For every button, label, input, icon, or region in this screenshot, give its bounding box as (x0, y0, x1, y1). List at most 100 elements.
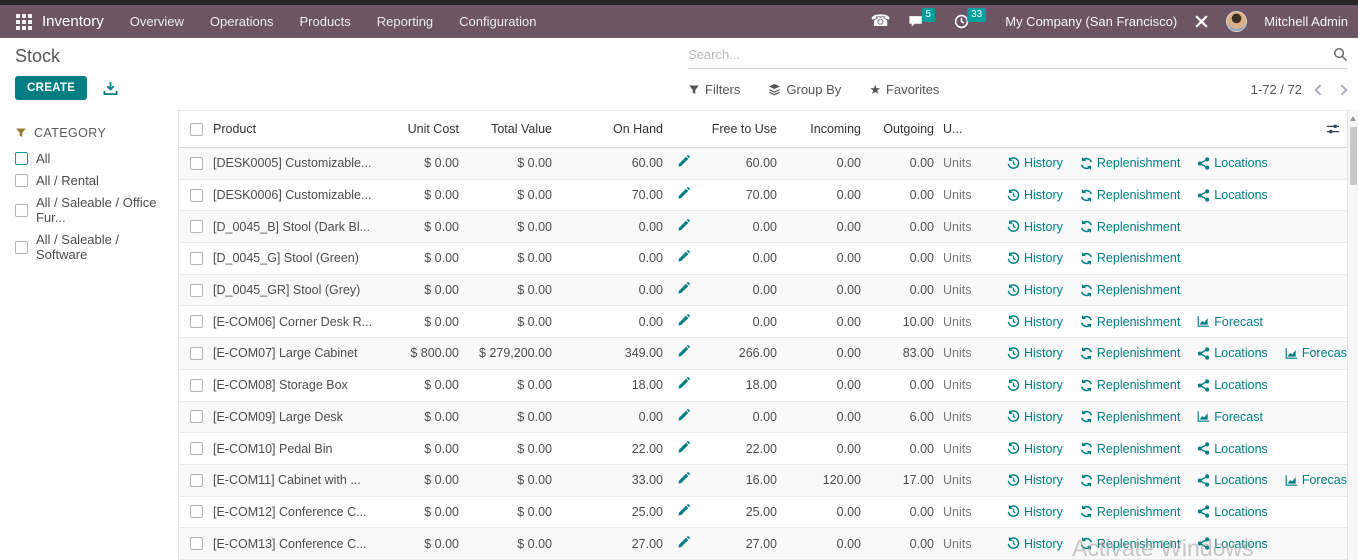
messages-icon[interactable]: 5 (908, 7, 938, 29)
row-checkbox[interactable] (189, 156, 203, 170)
pager-previous-icon[interactable] (1314, 83, 1326, 96)
table-row[interactable]: [DESK0005] Customizable... $ 0.00 $ 0.00… (179, 148, 1347, 180)
favorites-button[interactable]: ★ Favorites (869, 82, 939, 97)
apps-grid-icon[interactable] (16, 13, 32, 30)
category-filter-item[interactable]: All / Saleable / Office Fur... (15, 195, 172, 225)
edit-quantity-icon[interactable] (677, 218, 690, 232)
user-menu[interactable]: Mitchell Admin (1264, 14, 1348, 29)
row-action-history[interactable]: History (1007, 442, 1063, 456)
column-header-free-to-use[interactable]: Free to Use (703, 122, 777, 136)
row-action-locations[interactable]: Locations (1197, 156, 1268, 170)
category-filter-item[interactable]: All (15, 151, 172, 166)
table-row[interactable]: [D_0045_B] Stool (Dark Bl... $ 0.00 $ 0.… (179, 211, 1347, 244)
row-action-history[interactable]: History (1007, 315, 1063, 329)
pager-next-icon[interactable] (1336, 83, 1348, 96)
search-icon[interactable] (1333, 47, 1348, 62)
row-action-locations[interactable]: Locations (1197, 537, 1268, 551)
row-action-forecast[interactable]: Forecast (1197, 410, 1263, 424)
edit-quantity-icon[interactable] (677, 503, 690, 517)
table-row[interactable]: [D_0045_GR] Stool (Grey) $ 0.00 $ 0.00 0… (179, 274, 1347, 307)
row-action-replenishment[interactable]: Replenishment (1080, 283, 1180, 297)
row-action-locations[interactable]: Locations (1197, 188, 1268, 202)
category-filter-item[interactable]: All / Rental (15, 173, 172, 188)
edit-quantity-icon[interactable] (677, 535, 690, 549)
table-row[interactable]: [E-COM06] Corner Desk R... $ 0.00 $ 0.00… (179, 306, 1347, 339)
column-header-unit-cost[interactable]: Unit Cost (377, 122, 459, 136)
top-menu-item[interactable]: Products (299, 14, 350, 29)
row-action-locations[interactable]: Locations (1197, 346, 1268, 360)
category-filter-item[interactable]: All / Saleable / Software (15, 232, 172, 262)
row-action-replenishment[interactable]: Replenishment (1080, 473, 1180, 487)
edit-quantity-icon[interactable] (677, 440, 690, 454)
row-action-history[interactable]: History (1007, 346, 1063, 360)
row-checkbox[interactable] (189, 410, 203, 424)
row-checkbox[interactable] (189, 283, 203, 297)
row-checkbox[interactable] (189, 346, 203, 360)
company-switcher[interactable]: My Company (San Francisco) (1005, 14, 1177, 29)
column-header-uom[interactable]: U... (934, 122, 992, 136)
app-name-menu[interactable]: Inventory (42, 13, 104, 30)
edit-quantity-icon[interactable] (677, 313, 690, 327)
column-header-incoming[interactable]: Incoming (777, 122, 861, 136)
row-checkbox[interactable] (189, 188, 203, 202)
edit-quantity-icon[interactable] (677, 377, 690, 390)
row-action-replenishment[interactable]: Replenishment (1080, 346, 1180, 360)
table-row[interactable]: [E-COM12] Conference C... $ 0.00 $ 0.00 … (179, 497, 1347, 529)
scrollbar-thumb[interactable] (1349, 127, 1357, 185)
category-checkbox[interactable] (15, 152, 28, 165)
row-action-replenishment[interactable]: Replenishment (1080, 156, 1180, 170)
table-row[interactable]: [E-COM10] Pedal Bin $ 0.00 $ 0.00 22.00 … (179, 433, 1347, 465)
search-input[interactable] (688, 46, 1333, 62)
row-action-history[interactable]: History (1007, 505, 1063, 519)
row-action-history[interactable]: History (1007, 537, 1063, 551)
edit-quantity-icon[interactable] (677, 155, 690, 168)
product-name[interactable]: [D_0045_GR] Stool (Grey) (213, 283, 377, 297)
product-name[interactable]: [E-COM06] Corner Desk R... (213, 315, 377, 329)
product-name[interactable]: [E-COM07] Large Cabinet (213, 346, 377, 360)
category-checkbox[interactable] (15, 240, 28, 254)
row-action-forecast[interactable]: Forecast (1197, 315, 1263, 329)
row-action-history[interactable]: History (1007, 473, 1063, 487)
user-avatar[interactable] (1226, 11, 1248, 32)
export-download-icon[interactable] (103, 81, 118, 96)
row-action-replenishment[interactable]: Replenishment (1080, 505, 1180, 519)
row-action-history[interactable]: History (1007, 410, 1063, 424)
table-row[interactable]: [E-COM07] Large Cabinet $ 800.00 $ 279,2… (179, 338, 1347, 370)
create-button[interactable]: CREATE (15, 76, 88, 100)
row-action-replenishment[interactable]: Replenishment (1080, 251, 1180, 265)
voip-phone-icon[interactable]: ☎ (871, 13, 891, 30)
row-action-history[interactable]: History (1007, 220, 1063, 234)
activities-icon[interactable]: 33 (954, 7, 988, 29)
edit-quantity-icon[interactable] (677, 472, 690, 485)
column-header-total-value[interactable]: Total Value (459, 122, 552, 136)
edit-quantity-icon[interactable] (677, 250, 690, 263)
row-action-forecast[interactable]: Forecast (1285, 346, 1347, 360)
row-checkbox[interactable] (189, 473, 203, 487)
product-name[interactable]: [E-COM11] Cabinet with ... (213, 473, 377, 487)
row-action-locations[interactable]: Locations (1197, 442, 1268, 456)
product-name[interactable]: [D_0045_B] Stool (Dark Bl... (213, 220, 377, 234)
product-name[interactable]: [E-COM09] Large Desk (213, 410, 377, 424)
top-menu-item[interactable]: Reporting (377, 14, 433, 29)
product-name[interactable]: [E-COM13] Conference C... (213, 537, 377, 551)
row-action-replenishment[interactable]: Replenishment (1080, 315, 1180, 329)
row-action-replenishment[interactable]: Replenishment (1080, 442, 1180, 456)
row-action-replenishment[interactable]: Replenishment (1080, 378, 1180, 392)
row-action-history[interactable]: History (1007, 283, 1063, 297)
row-checkbox[interactable] (189, 378, 203, 392)
product-name[interactable]: [E-COM10] Pedal Bin (213, 442, 377, 456)
row-checkbox[interactable] (189, 251, 203, 265)
filters-button[interactable]: Filters (688, 82, 740, 97)
table-row[interactable]: [E-COM09] Large Desk $ 0.00 $ 0.00 0.00 … (179, 401, 1347, 434)
product-name[interactable]: [DESK0006] Customizable... (213, 188, 377, 202)
edit-quantity-icon[interactable] (677, 345, 690, 358)
row-action-history[interactable]: History (1007, 251, 1063, 265)
row-action-replenishment[interactable]: Replenishment (1080, 220, 1180, 234)
optional-columns-icon[interactable] (1326, 122, 1340, 139)
row-checkbox[interactable] (189, 442, 203, 456)
row-action-history[interactable]: History (1007, 156, 1063, 170)
row-action-replenishment[interactable]: Replenishment (1080, 537, 1180, 551)
table-row[interactable]: [D_0045_G] Stool (Green) $ 0.00 $ 0.00 0… (179, 243, 1347, 275)
edit-quantity-icon[interactable] (677, 408, 690, 422)
row-checkbox[interactable] (189, 315, 203, 329)
